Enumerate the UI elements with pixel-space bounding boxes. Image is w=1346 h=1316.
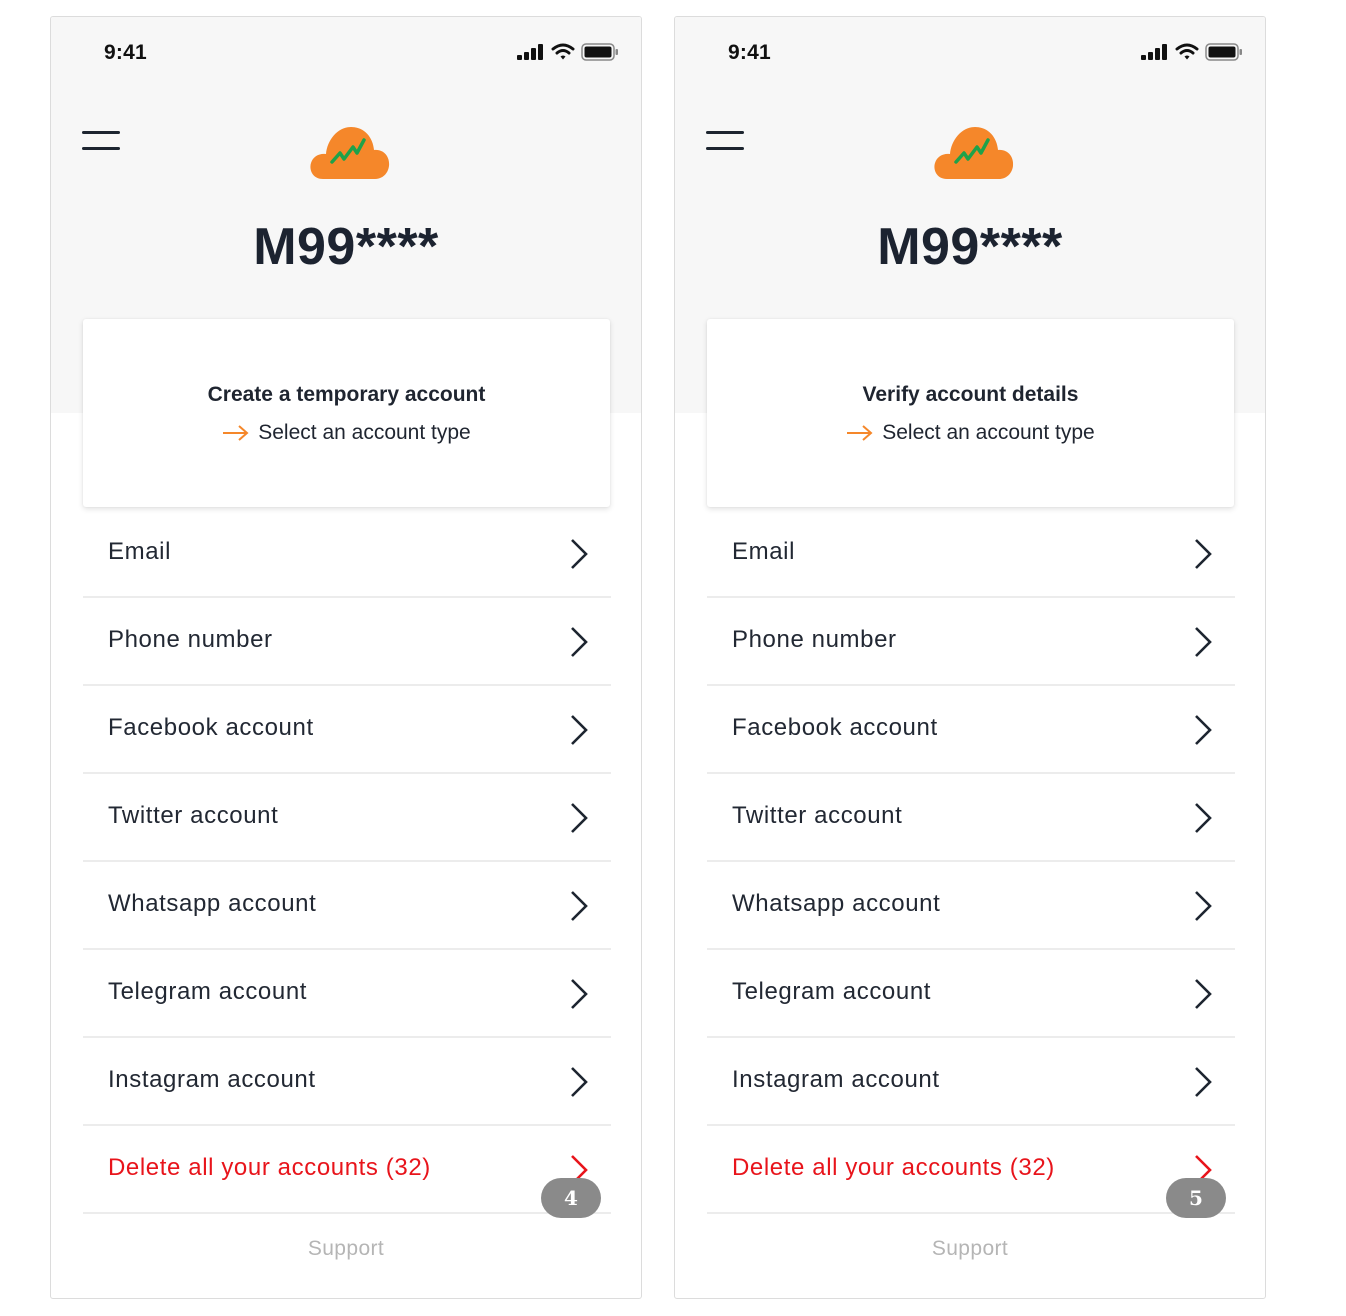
- list-item-email[interactable]: Email: [83, 510, 611, 598]
- list-item-telegram[interactable]: Telegram account: [707, 950, 1235, 1038]
- chevron-right-icon: [1195, 627, 1212, 657]
- wifi-icon: [551, 43, 575, 60]
- chevron-right-icon: [1195, 1067, 1212, 1097]
- battery-icon: [581, 43, 618, 61]
- card-subtitle-text: Select an account type: [882, 421, 1095, 444]
- list-item-label: Whatsapp account: [732, 890, 941, 917]
- card-title: Create a temporary account: [207, 383, 486, 406]
- list-item-label: Email: [732, 538, 796, 565]
- chevron-right-icon: [1195, 715, 1212, 745]
- list-item-facebook[interactable]: Facebook account: [83, 686, 611, 774]
- list-item-telegram[interactable]: Telegram account: [83, 950, 611, 1038]
- list-item-label: Phone number: [732, 626, 897, 653]
- chevron-right-icon: [571, 539, 588, 569]
- delete-all-accounts-button[interactable]: Delete all your accounts (32): [83, 1126, 611, 1214]
- status-icons: [1141, 43, 1243, 61]
- list-item-twitter[interactable]: Twitter account: [83, 774, 611, 862]
- step-badge: 5: [1166, 1178, 1226, 1218]
- chevron-right-icon: [1195, 979, 1212, 1009]
- info-card: Verify account details Select an account…: [707, 319, 1234, 507]
- account-id-title: M99****: [877, 218, 1063, 276]
- menu-icon[interactable]: [706, 129, 746, 155]
- card-title: Verify account details: [862, 383, 1079, 406]
- list-item-label: Instagram account: [108, 1066, 316, 1093]
- chevron-right-icon: [1195, 803, 1212, 833]
- list-item-instagram[interactable]: Instagram account: [707, 1038, 1235, 1126]
- list-item-phone-number[interactable]: Phone number: [707, 598, 1235, 686]
- chevron-right-icon: [571, 891, 588, 921]
- arrow-right-icon: [223, 425, 249, 441]
- list-item-whatsapp[interactable]: Whatsapp account: [83, 862, 611, 950]
- chevron-right-icon: [571, 715, 588, 745]
- card-subtitle: Select an account type: [707, 421, 1234, 445]
- cloud-logo-icon: [310, 127, 390, 179]
- list-item-label: Telegram account: [108, 978, 308, 1005]
- chevron-right-icon: [571, 1067, 588, 1097]
- info-card: Create a temporary account Select an acc…: [83, 319, 610, 507]
- menu-icon[interactable]: [82, 129, 122, 155]
- status-icons: [517, 43, 619, 61]
- list-item-instagram[interactable]: Instagram account: [83, 1038, 611, 1126]
- delete-all-accounts-button[interactable]: Delete all your accounts (32): [707, 1126, 1235, 1214]
- list-item-label: Twitter account: [108, 802, 279, 829]
- chevron-right-icon: [571, 627, 588, 657]
- card-subtitle: Select an account type: [83, 421, 610, 445]
- list-item-phone-number[interactable]: Phone number: [83, 598, 611, 686]
- account-type-list: Email Phone number Facebook account Twit…: [707, 510, 1235, 1214]
- list-item-label: Delete all your accounts (32): [732, 1154, 1055, 1181]
- list-item-label: Whatsapp account: [108, 890, 317, 917]
- status-time: 9:41: [728, 41, 771, 64]
- account-type-list: Email Phone number Facebook account Twit…: [83, 510, 611, 1214]
- list-item-label: Email: [108, 538, 172, 565]
- signal-icon: [1141, 44, 1167, 60]
- list-item-label: Phone number: [108, 626, 273, 653]
- cloud-logo-icon: [934, 127, 1014, 179]
- signal-icon: [517, 44, 543, 60]
- card-subtitle-text: Select an account type: [258, 421, 471, 444]
- list-item-whatsapp[interactable]: Whatsapp account: [707, 862, 1235, 950]
- chevron-right-icon: [571, 803, 588, 833]
- account-id-title: M99****: [253, 218, 439, 276]
- list-item-facebook[interactable]: Facebook account: [707, 686, 1235, 774]
- list-item-label: Telegram account: [732, 978, 932, 1005]
- support-link[interactable]: Support: [51, 1237, 641, 1261]
- phone-screen-2: 9:41 M99**** Verify account details Sele…: [674, 16, 1266, 1299]
- list-item-label: Instagram account: [732, 1066, 940, 1093]
- arrow-right-icon: [847, 425, 873, 441]
- battery-icon: [1205, 43, 1242, 61]
- status-time: 9:41: [104, 41, 147, 64]
- list-item-email[interactable]: Email: [707, 510, 1235, 598]
- wifi-icon: [1175, 43, 1199, 60]
- step-badge: 4: [541, 1178, 601, 1218]
- list-item-label: Facebook account: [108, 714, 314, 741]
- chevron-right-icon: [571, 979, 588, 1009]
- phone-screen-1: 9:41 M99**** Create a temporary account: [50, 16, 642, 1299]
- list-item-twitter[interactable]: Twitter account: [707, 774, 1235, 862]
- chevron-right-icon: [1195, 891, 1212, 921]
- list-item-label: Facebook account: [732, 714, 938, 741]
- support-link[interactable]: Support: [675, 1237, 1265, 1261]
- list-item-label: Delete all your accounts (32): [108, 1154, 431, 1181]
- chevron-right-icon: [1195, 539, 1212, 569]
- list-item-label: Twitter account: [732, 802, 903, 829]
